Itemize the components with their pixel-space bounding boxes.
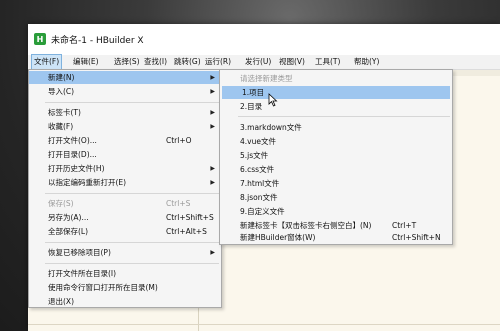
submenu-item-html[interactable]: 7.html文件 — [220, 177, 452, 190]
menu-item-new[interactable]: 新建(N) ▶ — [29, 71, 221, 84]
menu-edit[interactable]: 编辑(E) — [71, 55, 101, 69]
menu-tools[interactable]: 工具(T) — [313, 55, 342, 69]
submenu-item-directory[interactable]: 2.目录 — [220, 100, 452, 113]
panel-divider — [198, 304, 199, 331]
submenu-item-markdown[interactable]: 3.markdown文件 — [220, 121, 452, 134]
submenu-item-js[interactable]: 5.js文件 — [220, 149, 452, 162]
menu-item-open-in-terminal[interactable]: 使用命令行窗口打开所在目录(M) — [29, 281, 221, 294]
window-title: 未命名-1 - HBuilder X — [51, 36, 144, 46]
menu-item-save[interactable]: 保存(S) Ctrl+S — [29, 197, 221, 210]
menu-item-open-file[interactable]: 打开文件(O)... Ctrl+O — [29, 134, 221, 147]
submenu-arrow-icon: ▶ — [210, 88, 215, 95]
submenu-item-vue[interactable]: 4.vue文件 — [220, 135, 452, 148]
menu-item-exit[interactable]: 退出(X) — [29, 295, 221, 308]
menu-view[interactable]: 视图(V) — [277, 55, 307, 69]
file-menu: 新建(N) ▶ 导入(C) ▶ 标签卡(T) ▶ 收藏(F) ▶ 打开文件(O)… — [28, 69, 222, 308]
menu-item-save-all[interactable]: 全部保存(L) Ctrl+Alt+S — [29, 225, 221, 238]
menu-select[interactable]: 选择(S) — [112, 55, 142, 69]
title-bar: H 未命名-1 - HBuilder X — [28, 24, 500, 55]
menu-bar: 文件(F) 编辑(E) 选择(S) 查找(I) 跳转(G) 运行(R) 发行(U… — [28, 54, 500, 70]
submenu-item-custom[interactable]: 9.自定义文件 — [220, 205, 452, 218]
menu-item-open-folder[interactable]: 打开目录(D)... — [29, 148, 221, 161]
menu-run[interactable]: 运行(R) — [203, 55, 233, 69]
submenu-arrow-icon: ▶ — [210, 179, 215, 186]
menu-item-tabs[interactable]: 标签卡(T) ▶ — [29, 106, 221, 119]
menu-item-favorites[interactable]: 收藏(F) ▶ — [29, 120, 221, 133]
submenu-header: 请选择新建类型 — [240, 74, 293, 83]
menu-item-open-history[interactable]: 打开历史文件(H) ▶ — [29, 162, 221, 175]
submenu-item-project[interactable]: 1.项目 — [222, 86, 450, 99]
menu-separator — [45, 193, 219, 194]
submenu-item-css[interactable]: 6.css文件 — [220, 163, 452, 176]
mouse-cursor-icon — [268, 93, 278, 107]
menu-publish[interactable]: 发行(U) — [243, 55, 273, 69]
menu-goto[interactable]: 跳转(G) — [172, 55, 203, 69]
submenu-arrow-icon: ▶ — [210, 123, 215, 130]
menu-separator — [45, 242, 219, 243]
submenu-arrow-icon: ▶ — [210, 249, 215, 256]
menu-separator — [238, 116, 450, 117]
menu-item-save-as[interactable]: 另存为(A)... Ctrl+Shift+S — [29, 211, 221, 224]
submenu-arrow-icon: ▶ — [210, 165, 215, 172]
menu-separator — [45, 102, 219, 103]
submenu-arrow-icon: ▶ — [210, 109, 215, 116]
menu-item-reopen-encoding[interactable]: 以指定编码重新打开(E) ▶ — [29, 176, 221, 189]
menu-help[interactable]: 帮助(Y) — [352, 55, 381, 69]
status-divider — [28, 324, 500, 325]
submenu-item-json[interactable]: 8.json文件 — [220, 191, 452, 204]
menu-item-open-containing-folder[interactable]: 打开文件所在目录(I) — [29, 267, 221, 280]
hbuilder-app-icon: H — [34, 33, 46, 45]
menu-separator — [45, 263, 219, 264]
submenu-item-new-window[interactable]: 新建HBuilder窗体(W) Ctrl+Shift+N — [220, 231, 452, 244]
menu-item-import[interactable]: 导入(C) ▶ — [29, 85, 221, 98]
submenu-arrow-icon: ▶ — [210, 74, 215, 81]
menu-item-restore-removed[interactable]: 恢复已移除项目(P) ▶ — [29, 246, 221, 259]
new-submenu: 请选择新建类型 1.项目 2.目录 3.markdown文件 4.vue文件 5… — [219, 69, 453, 245]
menu-file[interactable]: 文件(F) — [31, 54, 63, 70]
menu-find[interactable]: 查找(I) — [142, 55, 169, 69]
